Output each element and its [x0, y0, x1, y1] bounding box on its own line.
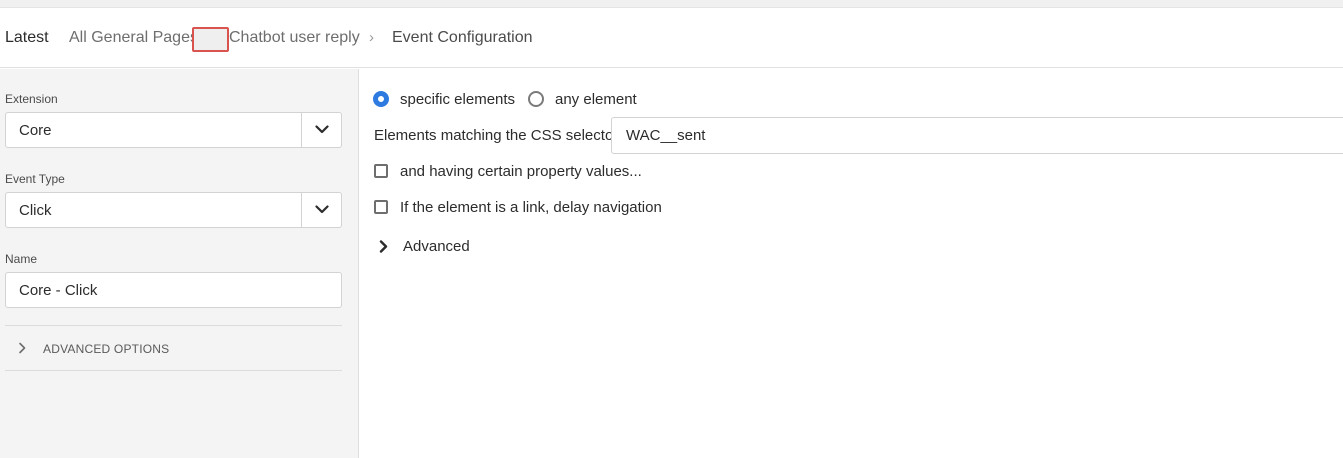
chevron-down-icon: [315, 125, 329, 134]
top-strip: [0, 0, 1343, 8]
highlight-box: [192, 27, 229, 52]
property-values-label: and having certain property values...: [400, 163, 642, 180]
advanced-label: Advanced: [403, 238, 470, 255]
advanced-options-label: ADVANCED OPTIONS: [43, 342, 170, 356]
extension-dropdown-button[interactable]: [301, 113, 341, 147]
css-selector-label: Elements matching the CSS selector: [374, 127, 619, 144]
radio-any-element[interactable]: [528, 91, 544, 107]
sidebar: Extension Core Event Type Click Name ADV…: [0, 69, 359, 458]
extension-value: Core: [19, 122, 52, 139]
css-selector-input[interactable]: [611, 117, 1343, 154]
extension-select[interactable]: Core: [5, 112, 342, 148]
name-label: Name: [5, 252, 38, 266]
chevron-down-icon: [315, 205, 329, 214]
breadcrumb-chatbot-user-reply[interactable]: Chatbot user reply: [229, 29, 360, 47]
breadcrumb-event-configuration: Event Configuration: [392, 29, 533, 46]
chevron-right-icon: [19, 342, 26, 354]
chevron-right-icon: [379, 240, 388, 253]
event-type-label: Event Type: [5, 172, 65, 186]
event-type-value: Click: [19, 202, 52, 219]
breadcrumb-all-general-pages[interactable]: All General Pages: [69, 29, 198, 47]
event-configuration-panel: specific elements any element Elements m…: [360, 69, 1343, 458]
divider: [5, 370, 342, 371]
event-type-dropdown-button[interactable]: [301, 193, 341, 227]
breadcrumb-latest[interactable]: Latest: [5, 29, 49, 47]
property-values-checkbox[interactable]: [374, 164, 388, 178]
event-type-select[interactable]: Click: [5, 192, 342, 228]
delay-navigation-checkbox[interactable]: [374, 200, 388, 214]
breadcrumb-separator: ›: [369, 29, 374, 46]
divider: [5, 325, 342, 326]
radio-any-element-label: any element: [555, 91, 637, 108]
name-input[interactable]: [5, 272, 342, 308]
extension-label: Extension: [5, 92, 58, 106]
radio-specific-elements-label: specific elements: [400, 91, 516, 108]
radio-specific-elements[interactable]: [373, 91, 389, 107]
delay-navigation-label: If the element is a link, delay navigati…: [400, 199, 662, 216]
breadcrumb: Latest All General Pages Chatbot user re…: [0, 8, 1343, 68]
